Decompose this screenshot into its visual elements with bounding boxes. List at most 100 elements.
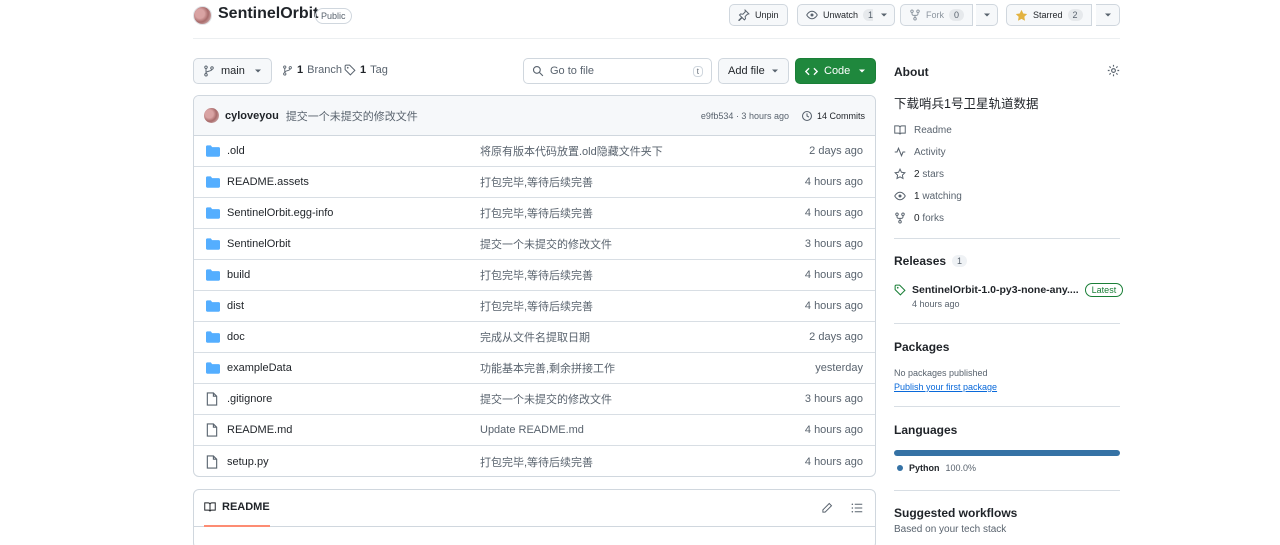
commit-author[interactable]: cyloveyou	[225, 110, 279, 122]
file-commit-time: 4 hours ago	[804, 269, 863, 281]
history-icon	[801, 110, 813, 122]
go-to-file-input[interactable]: Go to file t	[523, 58, 712, 84]
file-name[interactable]: exampleData	[227, 362, 480, 374]
outline-list-icon[interactable]	[851, 502, 863, 514]
suggested-workflows-heading: Suggested workflows	[894, 506, 1018, 520]
chevron-down-icon	[1104, 11, 1112, 19]
file-commit-message[interactable]: 打包完毕,等待后续完善	[480, 174, 780, 190]
file-commit-message[interactable]: 打包完毕,等待后续完善	[480, 205, 780, 221]
folder-icon	[206, 238, 220, 250]
file-name[interactable]: dist	[227, 300, 480, 312]
file-name[interactable]: doc	[227, 331, 480, 343]
file-commit-time: yesterday	[815, 362, 863, 374]
readme-panel: README	[193, 489, 876, 545]
branch-name: main	[221, 65, 245, 77]
publish-package-link[interactable]: Publish your first package	[894, 382, 997, 392]
branches-link[interactable]: 1 Branch	[282, 64, 342, 76]
watching-link[interactable]: 1 watching	[894, 190, 962, 202]
branch-select-button[interactable]: main	[193, 58, 272, 84]
repo-name[interactable]: SentinelOrbit	[218, 5, 318, 23]
stars-count: 2	[914, 168, 920, 180]
activity-link-label: Activity	[914, 146, 946, 158]
forks-label: forks	[922, 212, 945, 224]
file-commit-message[interactable]: 打包完毕,等待后续完善	[480, 454, 780, 470]
file-commit-message[interactable]: 提交一个未提交的修改文件	[480, 391, 780, 407]
readme-tab-label: README	[222, 501, 270, 513]
file-commit-time: 2 days ago	[809, 145, 863, 157]
eye-icon	[806, 9, 818, 21]
commit-author-avatar[interactable]	[204, 108, 219, 123]
file-commit-time: 4 hours ago	[804, 207, 863, 219]
file-commit-message[interactable]: 功能基本完善,剩余拼接工作	[480, 360, 780, 376]
file-name[interactable]: README.assets	[227, 176, 480, 188]
unpin-button[interactable]: Unpin	[729, 4, 788, 26]
file-row[interactable]: .gitignore 提交一个未提交的修改文件 3 hours ago	[194, 384, 875, 415]
file-commit-message[interactable]: 将原有版本代码放置.old隐藏文件夹下	[480, 143, 780, 159]
chevron-down-icon	[254, 67, 262, 75]
file-row[interactable]: README.md Update README.md 4 hours ago	[194, 415, 875, 446]
language-item-python[interactable]: Python 100.0%	[897, 463, 976, 473]
fork-icon	[909, 9, 921, 21]
file-commit-message[interactable]: 打包完毕,等待后续完善	[480, 267, 780, 283]
releases-heading[interactable]: Releases 1	[894, 254, 968, 268]
file-row[interactable]: setup.py 打包完毕,等待后续完善 4 hours ago	[194, 446, 875, 476]
latest-release[interactable]: SentinelOrbit-1.0-py3-none-any.... Lates…	[894, 283, 1124, 297]
starred-button[interactable]: Starred 2	[1006, 4, 1092, 26]
chevron-down-icon	[858, 67, 866, 75]
file-name[interactable]: .gitignore	[227, 393, 480, 405]
tags-link[interactable]: 1 Tag	[344, 64, 388, 76]
file-row[interactable]: SentinelOrbit 提交一个未提交的修改文件 3 hours ago	[194, 229, 875, 260]
gear-icon[interactable]	[1107, 64, 1120, 77]
sidebar-divider	[894, 406, 1120, 407]
commits-history-link[interactable]: 14 Commits	[801, 110, 865, 122]
readme-tab[interactable]: README	[204, 490, 270, 527]
watch-dropdown-button[interactable]	[873, 4, 895, 26]
commit-message[interactable]: 提交一个未提交的修改文件	[286, 108, 418, 124]
file-commit-time: 4 hours ago	[804, 424, 863, 436]
file-row[interactable]: SentinelOrbit.egg-info 打包完毕,等待后续完善 4 hours…	[194, 198, 875, 229]
file-name[interactable]: SentinelOrbit	[227, 238, 480, 250]
fork-dropdown-button[interactable]	[976, 4, 998, 26]
forks-link[interactable]: 0 forks	[894, 212, 944, 224]
code-button[interactable]: Code	[795, 58, 876, 84]
latest-badge: Latest	[1084, 283, 1124, 297]
language-color-dot	[897, 465, 903, 471]
star-dropdown-button[interactable]	[1096, 4, 1120, 26]
file-commit-message[interactable]: Update README.md	[480, 424, 780, 436]
branch-count-label: Branch	[307, 64, 342, 76]
code-label: Code	[824, 65, 851, 77]
file-name[interactable]: build	[227, 269, 480, 281]
book-icon	[204, 501, 216, 513]
fork-button[interactable]: Fork 0	[900, 4, 974, 26]
fork-count: 0	[949, 9, 965, 21]
file-commit-message[interactable]: 完成从文件名提取日期	[480, 329, 780, 345]
branch-icon	[282, 64, 293, 76]
file-row[interactable]: README.assets 打包完毕,等待后续完善 4 hours ago	[194, 167, 875, 198]
activity-link[interactable]: Activity	[894, 146, 946, 158]
file-name[interactable]: setup.py	[227, 456, 480, 468]
file-name[interactable]: SentinelOrbit.egg-info	[227, 207, 480, 219]
file-row[interactable]: doc 完成从文件名提取日期 2 days ago	[194, 322, 875, 353]
readme-link[interactable]: Readme	[894, 124, 952, 136]
file-row[interactable]: .old 将原有版本代码放置.old隐藏文件夹下 2 days ago	[194, 136, 875, 167]
file-row[interactable]: exampleData 功能基本完善,剩余拼接工作 yesterday	[194, 353, 875, 384]
file-row[interactable]: dist 打包完毕,等待后续完善 4 hours ago	[194, 291, 875, 322]
search-shortcut-key: t	[692, 65, 703, 77]
file-name[interactable]: README.md	[227, 424, 480, 436]
file-commit-time: 3 hours ago	[804, 238, 863, 250]
pulse-icon	[894, 146, 906, 158]
add-file-button[interactable]: Add file	[718, 58, 789, 84]
file-commit-message[interactable]: 打包完毕,等待后续完善	[480, 298, 780, 314]
file-row[interactable]: build 打包完毕,等待后续完善 4 hours ago	[194, 260, 875, 291]
commit-hash-time[interactable]: e9fb534 · 3 hours ago	[701, 111, 789, 121]
repo-owner-avatar[interactable]	[193, 6, 212, 25]
book-icon	[894, 124, 906, 136]
file-name[interactable]: .old	[227, 145, 480, 157]
pencil-icon[interactable]	[821, 502, 833, 514]
file-commit-message[interactable]: 提交一个未提交的修改文件	[480, 236, 780, 252]
language-name: Python	[909, 463, 940, 473]
packages-heading[interactable]: Packages	[894, 340, 949, 354]
languages-heading: Languages	[894, 423, 958, 437]
file-icon	[206, 454, 220, 469]
stars-link[interactable]: 2 stars	[894, 168, 944, 180]
